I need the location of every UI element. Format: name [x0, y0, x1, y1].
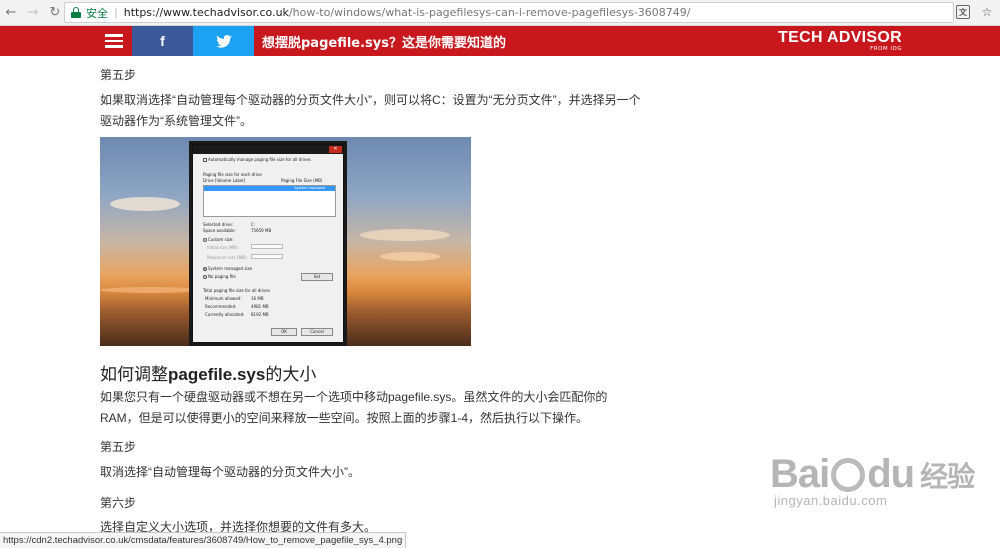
reload-button[interactable]: ↻	[44, 0, 66, 26]
initial-size-label: Initial size (MB):	[207, 245, 240, 250]
watermark-site: jingyan.baidu.com	[774, 493, 888, 508]
step6-heading: 第六步	[100, 496, 137, 510]
section-text: 如果您只有一个硬盘驱动器或不想在另一个选项中移动pagefile.sys。虽然文…	[100, 390, 608, 425]
auto-manage-checkbox[interactable]: Automatically manage paging file size fo…	[203, 157, 311, 162]
site-header: f 想摆脱pagefile.sys？这是你需要知道的 TECH ADVISOR …	[0, 26, 1000, 56]
separator: |	[114, 6, 118, 19]
forward-button[interactable]: →	[22, 0, 44, 26]
step5b-heading: 第五步	[100, 440, 137, 454]
twitter-icon	[215, 34, 232, 48]
logo-main: TECH ADVISOR	[778, 29, 902, 46]
min-label: Minimum allowed:	[205, 296, 242, 301]
paging-each-label: Paging file size for each drive	[203, 172, 262, 177]
total-heading: Total paging file size for all drives	[203, 288, 270, 293]
status-bar-url: https://cdn2.techadvisor.co.uk/cmsdata/f…	[0, 532, 406, 548]
space-value: 75659 MB	[251, 228, 272, 233]
browser-toolbar: ← → ↻ 安全 | https://www.techadvisor.co.uk…	[0, 0, 1000, 26]
header-article-title[interactable]: 想摆脱pagefile.sys？这是你需要知道的	[262, 32, 506, 51]
rec-label: Recommended:	[205, 304, 237, 309]
url-path: /how-to/windows/what-is-pagefilesys-can-…	[288, 6, 691, 19]
space-label: Space available:	[203, 228, 236, 233]
col-drive: Drive [Volume Label]	[203, 178, 245, 183]
section-title: 如何调整pagefile.sys的大小	[100, 365, 317, 384]
facebook-icon: f	[160, 33, 165, 49]
cur-label: Currently allocated:	[205, 312, 245, 317]
custom-size-radio[interactable]: Custom size:	[203, 237, 234, 242]
maximum-size-input[interactable]	[251, 254, 283, 259]
step5-heading: 第五步	[100, 68, 137, 82]
rec-value: 4981 MB	[251, 304, 269, 309]
initial-size-input[interactable]	[251, 244, 283, 249]
dialog-titlebar: ✕	[193, 145, 343, 154]
dialog-close-icon[interactable]: ✕	[329, 146, 342, 153]
selected-drive-label: Selected drive:	[203, 222, 234, 227]
watermark-brand: Bai	[770, 452, 830, 496]
set-button[interactable]: Set	[301, 273, 333, 281]
watermark-brand-tail: du	[867, 452, 915, 496]
ok-button[interactable]: OK	[271, 328, 297, 336]
secure-label: 安全	[86, 6, 108, 20]
drive-row[interactable]: System managed	[204, 186, 335, 191]
address-bar[interactable]: 安全 | https://www.techadvisor.co.uk/how-t…	[64, 2, 954, 23]
no-paging-radio[interactable]: No paging file	[203, 274, 236, 279]
facebook-share-button[interactable]: f	[132, 26, 193, 56]
maximum-size-label: Maximum size (MB):	[207, 255, 248, 260]
system-managed-radio[interactable]: System managed size	[203, 266, 252, 271]
translate-icon[interactable]: 文	[954, 3, 972, 21]
virtual-memory-screenshot[interactable]: ✕ Automatically manage paging file size …	[100, 137, 471, 346]
step5b-text: 取消选择“自动管理每个驱动器的分页文件大小”。	[100, 465, 360, 479]
cur-value: 8192 MB	[251, 312, 269, 317]
url-host: https://www.techadvisor.co.uk	[123, 6, 289, 19]
lock-icon	[71, 7, 81, 18]
cancel-button[interactable]: Cancel	[301, 328, 333, 336]
watermark-cn: 经验	[920, 460, 975, 492]
hamburger-menu-icon[interactable]	[96, 26, 132, 56]
logo-sub: FROM IDG	[870, 46, 902, 52]
back-button[interactable]: ←	[0, 0, 22, 26]
step5-text: 如果取消选择“自动管理每个驱动器的分页文件大小”，则可以将C：设置为“无分页文件…	[100, 93, 641, 128]
baidu-paw-icon	[831, 457, 866, 492]
twitter-share-button[interactable]	[193, 26, 254, 56]
bookmark-star-icon[interactable]: ☆	[978, 3, 996, 21]
col-size: Paging File Size (MB)	[281, 178, 323, 183]
selected-drive-value: C:	[251, 222, 256, 227]
tech-advisor-logo[interactable]: TECH ADVISOR FROM IDG	[778, 29, 902, 53]
drive-list[interactable]: System managed	[203, 185, 336, 217]
min-value: 16 MB	[251, 296, 264, 301]
virtual-memory-dialog: ✕ Automatically manage paging file size …	[192, 144, 344, 343]
baidu-watermark: Bai du 经验 jingyan.baidu.com	[770, 452, 975, 508]
